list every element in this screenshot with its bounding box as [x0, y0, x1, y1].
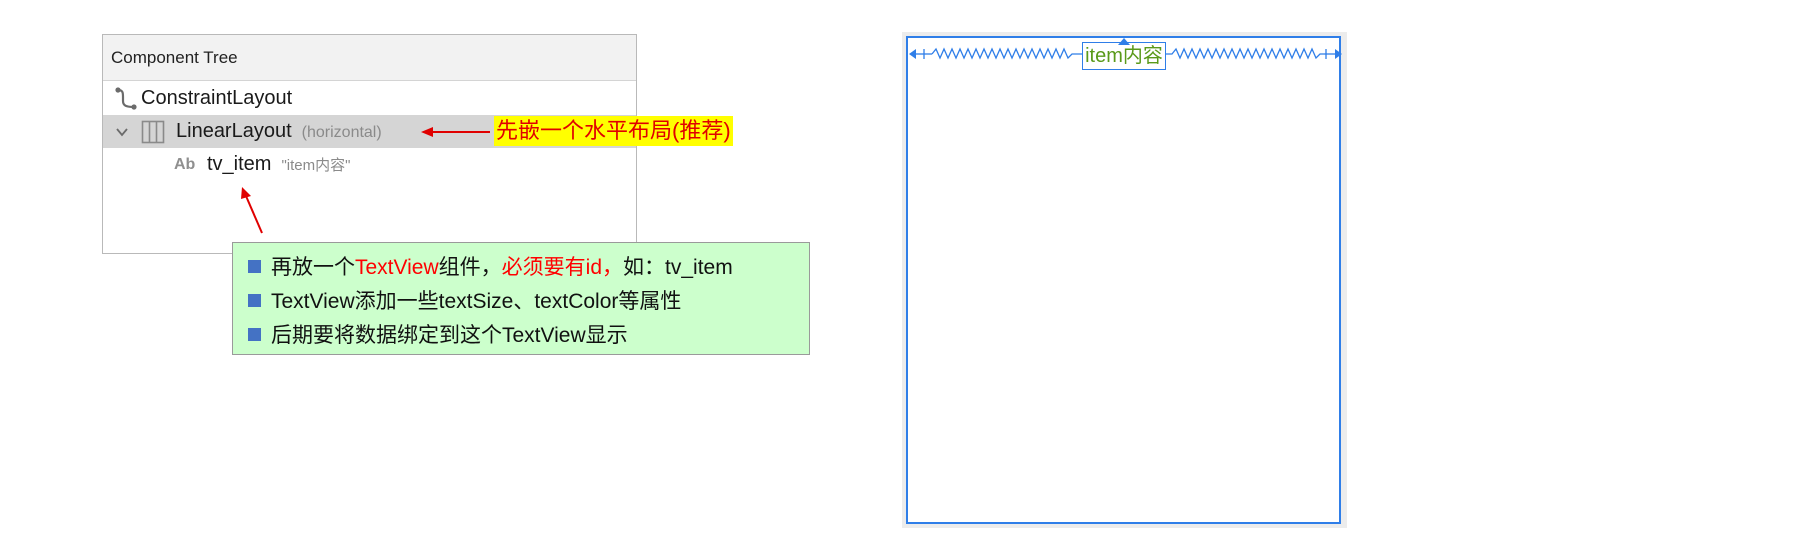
- constraint-spring-right: [1166, 47, 1342, 60]
- constraint-spring-left: [909, 47, 1082, 60]
- top-constraint-anchor: [1118, 38, 1130, 45]
- annotation-overlay: [241, 38, 1342, 234]
- arrow-up-icon: [241, 187, 263, 234]
- arrow-left-icon: [421, 127, 490, 137]
